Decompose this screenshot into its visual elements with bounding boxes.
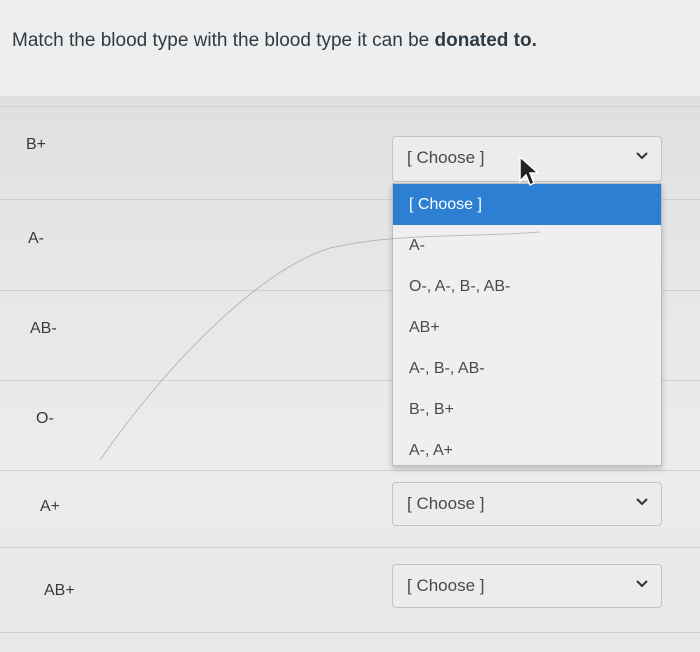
- divider: [0, 547, 700, 548]
- mouse-pointer-icon: [519, 155, 540, 187]
- chevron-down-icon: [636, 580, 648, 588]
- row-label-ab-negative: AB-: [30, 320, 57, 337]
- divider: [0, 106, 700, 107]
- question-text-plain: Match the blood type with the blood type…: [12, 30, 435, 51]
- select-ab-positive[interactable]: [ Choose ]: [392, 564, 662, 608]
- row-label-b-positive: B+: [26, 136, 47, 153]
- dropdown-option-a-negative-a-positive[interactable]: A-, A+: [393, 430, 661, 471]
- chevron-down-icon: [636, 152, 648, 160]
- chevron-down-icon: [636, 498, 648, 506]
- dropdown-option-a-negative[interactable]: A-: [393, 225, 661, 266]
- dropdown-list: [ Choose ] A- O-, A-, B-, AB- AB+ A-, B-…: [392, 183, 662, 466]
- dropdown-option-b-negative-b-positive[interactable]: B-, B+: [393, 389, 661, 430]
- dropdown-option-ab-positive[interactable]: AB+: [393, 307, 661, 348]
- question-text: Match the blood type with the blood type…: [12, 30, 537, 52]
- question-text-bold: donated to.: [434, 30, 537, 51]
- divider: [0, 632, 700, 633]
- select-a-positive[interactable]: [ Choose ]: [392, 482, 662, 526]
- row-label-a-negative: A-: [28, 230, 44, 247]
- dropdown-option-o-a-b-ab-negative[interactable]: O-, A-, B-, AB-: [393, 266, 661, 307]
- question-header: Match the blood type with the blood type…: [0, 0, 700, 96]
- select-value: [ Choose ]: [407, 494, 485, 513]
- select-value: [ Choose ]: [407, 148, 485, 167]
- select-value: [ Choose ]: [407, 576, 485, 595]
- dropdown-option-choose[interactable]: [ Choose ]: [393, 184, 661, 225]
- row-label-ab-positive: AB+: [44, 582, 75, 599]
- dropdown-option-a-b-ab-negative[interactable]: A-, B-, AB-: [393, 348, 661, 389]
- row-label-a-positive: A+: [40, 498, 61, 515]
- row-label-o-negative: O-: [36, 410, 54, 427]
